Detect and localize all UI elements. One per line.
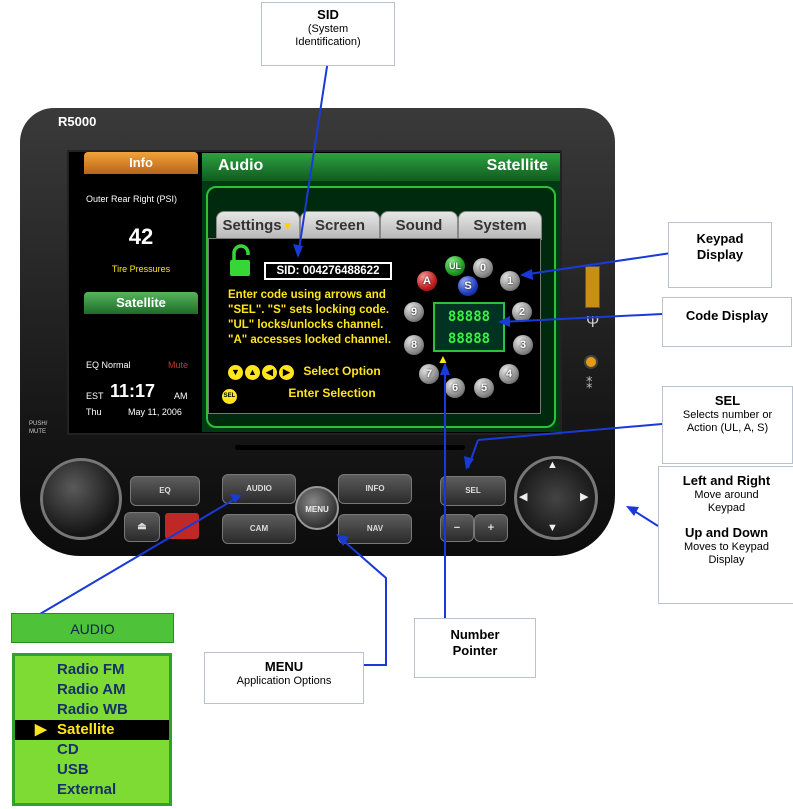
audio-menu-title: AUDIO — [11, 613, 174, 643]
keypad-callout: Keypad Display — [668, 222, 772, 288]
number-pointer-callout-title: Number Pointer — [450, 627, 500, 658]
menu-item-usb[interactable]: USB — [15, 760, 169, 780]
menu-callout-desc: Application Options — [236, 675, 332, 687]
menu-item-radio-fm[interactable]: Radio FM — [15, 660, 169, 680]
sel-callout-desc: Selects number or Action (UL, A, S) — [682, 409, 773, 434]
menu-item-radio-wb[interactable]: Radio WB — [15, 700, 169, 720]
sel-callout: SEL Selects number or Action (UL, A, S) — [662, 386, 793, 464]
menu-callout: MENU Application Options — [204, 652, 364, 704]
number-pointer-callout: Number Pointer — [414, 618, 536, 678]
menu-item-radio-am[interactable]: Radio AM — [15, 680, 169, 700]
audio-menu: Radio FM Radio AM Radio WB ▶ Satellite CD… — [12, 653, 172, 806]
menu-callout-title: MENU — [264, 659, 304, 674]
menu-item-satellite-label: Satellite — [57, 721, 115, 738]
sid-callout: SID (System Identification) — [261, 2, 395, 66]
sel-callout-title: SEL — [714, 393, 741, 408]
selection-arrow-icon: ▶ — [35, 721, 47, 738]
code-callout-title: Code Display — [685, 308, 769, 323]
ud-callout-title: Up and Down — [684, 525, 769, 540]
ud-callout-desc: Moves to Keypad Display — [684, 541, 769, 566]
menu-item-satellite[interactable]: ▶ Satellite — [15, 720, 169, 740]
lr-callout-desc: Move around Keypad — [694, 489, 759, 514]
sid-callout-title: SID — [317, 7, 339, 22]
menu-item-external[interactable]: External — [15, 780, 169, 800]
code-callout: Code Display — [662, 297, 792, 347]
sid-callout-desc: (System Identification) — [295, 23, 361, 48]
dpad-callout: Left and Right Move around Keypad Up and… — [658, 466, 793, 604]
keypad-callout-title: Keypad Display — [696, 231, 744, 262]
menu-item-cd[interactable]: CD — [15, 740, 169, 760]
lr-callout-title: Left and Right — [682, 473, 771, 488]
